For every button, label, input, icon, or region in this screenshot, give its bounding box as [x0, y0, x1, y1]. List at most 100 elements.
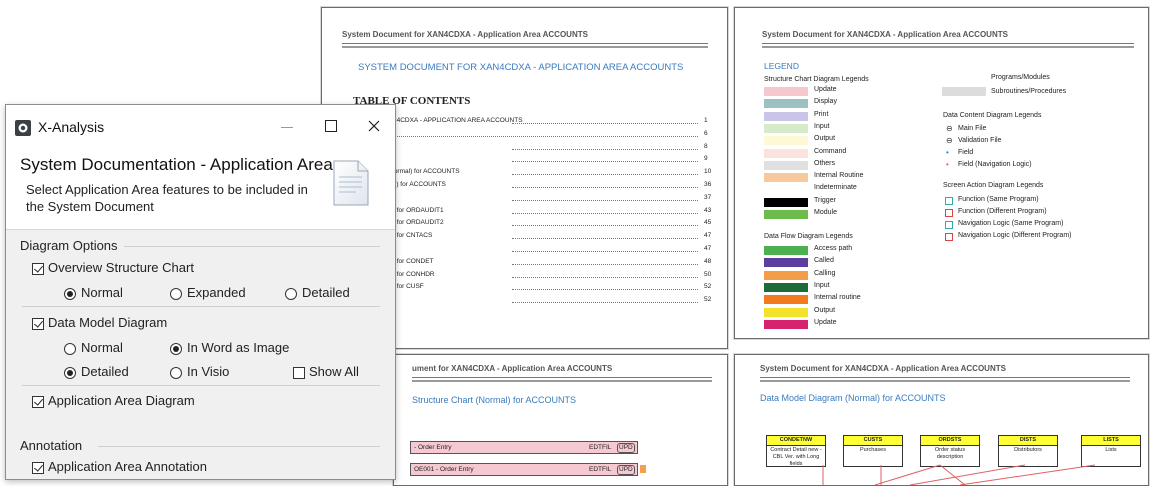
- legend-label: Update: [814, 318, 837, 326]
- application-area-annotation-checkbox[interactable]: [32, 462, 44, 474]
- legend-icon: [945, 233, 953, 241]
- legend-label: Calling: [814, 269, 836, 277]
- toc-entry-page: 8: [704, 142, 708, 150]
- application-area-annotation-label: Application Area Annotation: [48, 459, 208, 474]
- data-model-diagram-label: Data Model Diagram: [48, 315, 168, 330]
- toc-dots: [512, 302, 698, 304]
- legend-swatch: [764, 319, 808, 329]
- data-model-diagram-checkbox[interactable]: [32, 318, 44, 330]
- data-content-legend-heading: Data Content Diagram Legends: [943, 112, 1042, 119]
- toc-entry-page: 36: [704, 181, 712, 188]
- document-title: SYSTEM DOCUMENT FOR XAN4CDXA - APPLICATI…: [358, 62, 684, 73]
- dmd-in-visio-radio[interactable]: [170, 367, 182, 379]
- application-area-diagram-checkbox[interactable]: [32, 396, 44, 408]
- legend-swatch: [764, 282, 808, 292]
- toc-dots: [512, 174, 698, 176]
- legend-label: Output: [814, 306, 836, 314]
- legend-swatch: [764, 111, 808, 121]
- programs-label: Programs/Modules: [991, 74, 1050, 81]
- osc-normal-radio[interactable]: [64, 288, 76, 300]
- toc-dots: [512, 276, 698, 278]
- toc-entry-page: 50: [704, 270, 712, 278]
- legend-page: System Document for XAN4CDXA - Applicati…: [734, 7, 1149, 339]
- toc-entry-page: 9: [704, 155, 708, 163]
- legend-label: Input: [814, 122, 830, 130]
- minimize-button[interactable]: [273, 113, 303, 139]
- legend-swatch: [764, 160, 808, 170]
- subroutines-label: Subroutines/Procedures: [991, 88, 1067, 95]
- legend-label: Print: [814, 110, 829, 118]
- legend-title: LEGEND: [764, 61, 799, 71]
- legend-icon: [945, 221, 953, 229]
- legend-label: Trigger: [814, 196, 836, 204]
- legend-label: Update: [814, 86, 837, 93]
- toc-entry-page: 45: [704, 219, 712, 227]
- legend-swatch: [764, 173, 808, 183]
- toc-entry-page: 37: [704, 193, 712, 201]
- show-all-checkbox[interactable]: [293, 367, 305, 379]
- show-all-label: Show All: [309, 364, 359, 379]
- legend-label: Input: [814, 281, 830, 289]
- legend-icon: •: [946, 160, 949, 169]
- osc-detailed-label: Detailed: [302, 285, 350, 300]
- osc-detailed-radio[interactable]: [285, 288, 297, 300]
- toc-entry-page: 6: [704, 129, 708, 137]
- legend-label: Output: [814, 135, 836, 143]
- toc-dots: [512, 212, 698, 214]
- toc-entry-page: 52: [704, 283, 712, 291]
- legend-icon: [945, 197, 953, 205]
- toc-entry-page: 43: [704, 206, 712, 214]
- legend-label: Access path: [814, 245, 853, 252]
- legend-label: Validation File: [958, 137, 1002, 144]
- legend-swatch: [764, 87, 808, 96]
- dmd-normal-label: Normal: [81, 340, 123, 355]
- legend-label: Display: [814, 98, 837, 106]
- legend-icon: ⊖: [946, 136, 953, 145]
- legend-label: Module: [814, 209, 837, 216]
- osc-normal-label: Normal: [81, 285, 123, 300]
- maximize-button[interactable]: [318, 113, 348, 139]
- legend-label: Command: [814, 147, 847, 155]
- toc-dots: [362, 135, 698, 137]
- dmd-in-word-label: In Word as Image: [187, 340, 290, 355]
- toc-dots: [512, 161, 698, 163]
- legend-swatch: [764, 246, 808, 255]
- close-button[interactable]: [361, 113, 391, 139]
- page-header: System Document for XAN4CDXA - Applicati…: [762, 30, 1008, 39]
- title-bar: X-Analysis: [6, 105, 395, 149]
- toc-entry-page: 47: [704, 245, 712, 252]
- diagram-options-label: Diagram Options: [20, 238, 118, 253]
- legend-icon: ⊖: [946, 124, 953, 133]
- structure-chart-page: ument for XAN4CDXA - Application Area AC…: [393, 354, 728, 486]
- overview-structure-chart-checkbox[interactable]: [32, 263, 44, 275]
- close-icon: [368, 120, 380, 132]
- page-header: System Document for XAN4CDXA - Applicati…: [342, 30, 588, 39]
- legend-label: Navigation Logic (Same Program): [958, 220, 1064, 227]
- header-panel: System Documentation - Application Area …: [6, 149, 395, 230]
- osc-expanded-radio[interactable]: [170, 288, 182, 300]
- toc-entry-page: 10: [704, 168, 712, 176]
- legend-label: Field (Navigation Logic): [958, 161, 1032, 168]
- programs-swatch: [942, 87, 986, 96]
- chart-row: - Order Entry EDTFIL UPD: [410, 441, 638, 454]
- toc-dots: [512, 187, 698, 188]
- dmd-in-word-radio[interactable]: [170, 343, 182, 355]
- toc-dots: [512, 251, 698, 252]
- toc-dots: [512, 225, 698, 227]
- legend-label: Indeterminate: [814, 184, 857, 192]
- legend-swatch: [764, 295, 808, 305]
- legend-swatch: [764, 270, 808, 280]
- toc-entry-page: 1: [704, 117, 708, 124]
- dialog-body: System Documentation - Application Area …: [6, 149, 395, 479]
- legend-label: Called: [814, 257, 834, 265]
- x-analysis-dialog: X-Analysis System Documentation - Applic…: [5, 104, 396, 480]
- dmd-detailed-radio[interactable]: [64, 367, 76, 379]
- toc-dots: [512, 148, 698, 150]
- legend-label: Function (Different Program): [958, 208, 1047, 215]
- relationship-lines: [822, 464, 1096, 485]
- annotation-label: Annotation: [20, 438, 83, 453]
- dmd-in-visio-label: In Visio: [187, 364, 230, 379]
- toc-entry-page: 52: [704, 296, 712, 304]
- dmd-normal-radio[interactable]: [64, 343, 76, 355]
- legend-label: Field: [958, 149, 974, 156]
